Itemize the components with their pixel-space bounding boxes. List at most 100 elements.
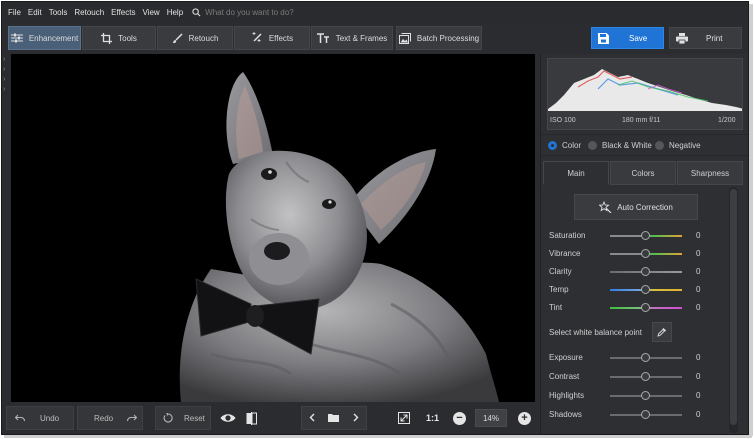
histogram: ISO 100 180 mm f/11 1/200 <box>547 58 743 130</box>
reset-label: Reset <box>184 413 205 423</box>
menu-help[interactable]: Help <box>167 8 183 17</box>
navigation-group <box>301 406 367 430</box>
tab-label: Main <box>567 168 585 178</box>
panel-scrollbar[interactable] <box>729 187 738 433</box>
tab-retouch[interactable]: Retouch <box>157 26 233 50</box>
tab-enhancement[interactable]: Enhancement <box>8 26 81 50</box>
tab-label: Batch Processing <box>416 33 480 43</box>
slider-temp[interactable]: Temp 0 <box>549 284 725 296</box>
tab-label: Retouch <box>188 33 219 43</box>
undo-button[interactable]: Undo <box>6 406 74 430</box>
actual-size-button[interactable]: 1:1 <box>426 406 444 430</box>
save-button[interactable]: Save <box>591 27 664 49</box>
slider-knob[interactable] <box>641 410 650 419</box>
slider-knob[interactable] <box>641 391 650 400</box>
sparkle-wand-icon <box>599 201 612 213</box>
search-icon <box>192 7 201 17</box>
menu-edit[interactable]: Edit <box>28 8 42 17</box>
color-mode-group: Color Black & White Negative <box>541 134 748 156</box>
eye-icon <box>220 414 236 422</box>
slider-shadows[interactable]: Shadows 0 <box>549 409 725 421</box>
menu-file[interactable]: File <box>8 8 21 17</box>
fit-to-screen-button[interactable] <box>398 406 414 430</box>
chevron-right-icon: › <box>3 56 6 63</box>
compare-icon <box>246 411 257 425</box>
menu-tools[interactable]: Tools <box>49 8 68 17</box>
open-folder-button[interactable] <box>328 413 340 424</box>
slider-label: Saturation <box>549 231 586 240</box>
zoom-out-button[interactable]: − <box>453 412 466 425</box>
scrollbar-thumb[interactable] <box>730 189 737 425</box>
redo-button[interactable]: Redo <box>77 406 143 430</box>
slider-saturation[interactable]: Saturation 0 <box>549 230 725 242</box>
tab-batch-processing[interactable]: Batch Processing <box>396 26 482 50</box>
search-input[interactable] <box>205 7 366 17</box>
slider-value: 0 <box>696 231 701 240</box>
panel-tabs: Main Colors Sharpness <box>541 161 748 185</box>
mode-label: Black & White <box>602 141 652 150</box>
slider-knob[interactable] <box>641 372 650 381</box>
sliders-icon <box>10 33 23 43</box>
slider-exposure[interactable]: Exposure 0 <box>549 352 725 364</box>
mode-label: Color <box>562 141 582 150</box>
slider-label: Highlights <box>549 391 585 400</box>
photo-canvas[interactable] <box>11 54 535 402</box>
slider-clarity[interactable]: Clarity 0 <box>549 266 725 278</box>
preview-toggle[interactable] <box>220 406 240 430</box>
fit-screen-icon <box>398 412 410 424</box>
tab-main[interactable]: Main <box>543 161 609 185</box>
bottom-bar: Undo Redo Reset 1:1 − 14% + <box>2 404 540 434</box>
slider-knob[interactable] <box>641 303 650 312</box>
slider-vibrance[interactable]: Vibrance 0 <box>549 248 725 260</box>
tab-effects[interactable]: Effects <box>234 26 310 50</box>
redo-icon <box>127 414 138 422</box>
menu-view[interactable]: View <box>142 8 159 17</box>
plus-icon: + <box>521 412 528 424</box>
slider-contrast[interactable]: Contrast 0 <box>549 371 725 383</box>
tab-label: Effects <box>268 33 294 43</box>
zoom-in-button[interactable]: + <box>518 412 531 425</box>
mode-negative[interactable]: Negative <box>655 141 701 150</box>
slider-highlights[interactable]: Highlights 0 <box>549 390 725 402</box>
radio <box>588 141 597 150</box>
iso-value: ISO 100 <box>550 117 576 124</box>
tab-label: Enhancement <box>28 33 79 43</box>
auto-correction-button[interactable]: Auto Correction <box>574 194 698 220</box>
slider-knob[interactable] <box>641 267 650 276</box>
white-balance-label: Select white balance point <box>549 328 642 337</box>
slider-value: 0 <box>696 267 701 276</box>
slider-knob[interactable] <box>641 285 650 294</box>
mode-color[interactable]: Color <box>548 141 581 150</box>
compare-toggle[interactable] <box>246 406 262 430</box>
slider-knob[interactable] <box>641 249 650 258</box>
text-icon <box>316 33 329 43</box>
slider-label: Shadows <box>549 410 582 419</box>
side-collapse-strip[interactable]: › › › › <box>2 54 10 402</box>
slider-tint[interactable]: Tint 0 <box>549 302 725 314</box>
radio <box>655 141 664 150</box>
slider-value: 0 <box>696 391 701 400</box>
mode-black-white[interactable]: Black & White <box>588 141 652 150</box>
previous-photo-button[interactable] <box>309 413 315 424</box>
next-photo-button[interactable] <box>353 413 359 424</box>
tab-text-frames[interactable]: Text & Frames <box>311 26 393 50</box>
menu-effects[interactable]: Effects <box>111 8 135 17</box>
white-balance-row: Select white balance point <box>549 322 725 342</box>
histogram-graph <box>548 69 742 111</box>
tab-tools[interactable]: Tools <box>82 26 156 50</box>
minus-icon: − <box>456 412 463 424</box>
tab-sharpness[interactable]: Sharpness <box>677 161 743 185</box>
app-window: File Edit Tools Retouch Effects View Hel… <box>1 1 749 435</box>
slider-value: 0 <box>696 249 701 258</box>
zoom-level-input[interactable]: 14% <box>475 409 507 427</box>
print-button[interactable]: Print <box>669 27 742 49</box>
tab-colors[interactable]: Colors <box>610 161 676 185</box>
chevron-left-icon <box>309 413 315 421</box>
reset-button[interactable]: Reset <box>155 406 211 430</box>
slider-knob[interactable] <box>641 231 650 240</box>
slider-knob[interactable] <box>641 353 650 362</box>
radio-selected <box>548 141 557 150</box>
slider-label: Vibrance <box>549 249 581 258</box>
menu-retouch[interactable]: Retouch <box>74 8 104 17</box>
eyedropper-button[interactable] <box>652 322 672 342</box>
